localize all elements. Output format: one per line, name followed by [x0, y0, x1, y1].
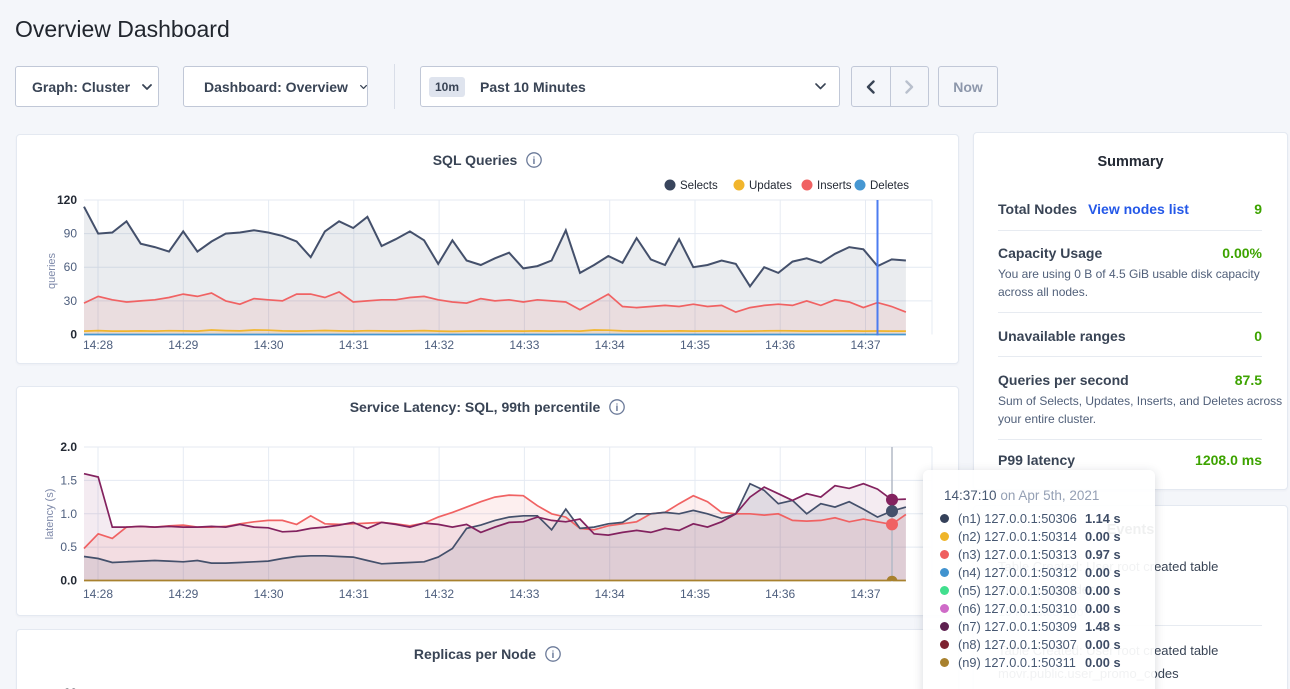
svg-text:1.5: 1.5: [60, 473, 77, 487]
svg-text:latency (s): latency (s): [44, 489, 56, 540]
svg-text:30: 30: [64, 294, 78, 308]
svg-text:14:36: 14:36: [765, 587, 795, 601]
svg-text:14:32: 14:32: [424, 338, 454, 352]
svg-text:14:33: 14:33: [509, 587, 539, 601]
svg-text:120: 120: [57, 193, 77, 207]
svg-text:14:32: 14:32: [424, 587, 454, 601]
svg-text:14:30: 14:30: [254, 587, 284, 601]
svg-text:14:33: 14:33: [509, 338, 539, 352]
svg-text:1.0: 1.0: [60, 507, 77, 521]
svg-text:queries: queries: [46, 252, 58, 289]
svg-text:Deletes: Deletes: [870, 180, 909, 192]
svg-text:90: 90: [64, 227, 78, 241]
svg-text:14:35: 14:35: [680, 338, 710, 352]
svg-text:Inserts: Inserts: [817, 180, 852, 192]
svg-text:14:31: 14:31: [339, 338, 369, 352]
svg-text:14:30: 14:30: [254, 338, 284, 352]
svg-text:2.0: 2.0: [60, 440, 77, 454]
svg-text:60: 60: [64, 260, 78, 274]
svg-text:14:37: 14:37: [850, 587, 880, 601]
svg-text:0.5: 0.5: [60, 540, 77, 554]
svg-text:14:36: 14:36: [765, 338, 795, 352]
svg-text:14:29: 14:29: [168, 587, 198, 601]
svg-text:14:31: 14:31: [339, 587, 369, 601]
svg-text:14:35: 14:35: [680, 587, 710, 601]
svg-text:Selects: Selects: [680, 180, 718, 192]
svg-text:14:28: 14:28: [83, 338, 113, 352]
svg-text:0.0: 0.0: [60, 574, 77, 588]
svg-text:0: 0: [70, 328, 77, 342]
svg-text:Updates: Updates: [749, 180, 792, 192]
svg-text:14:28: 14:28: [83, 587, 113, 601]
svg-text:14:34: 14:34: [595, 338, 625, 352]
svg-text:14:34: 14:34: [595, 587, 625, 601]
svg-text:14:29: 14:29: [168, 338, 198, 352]
svg-text:14:37: 14:37: [850, 338, 880, 352]
